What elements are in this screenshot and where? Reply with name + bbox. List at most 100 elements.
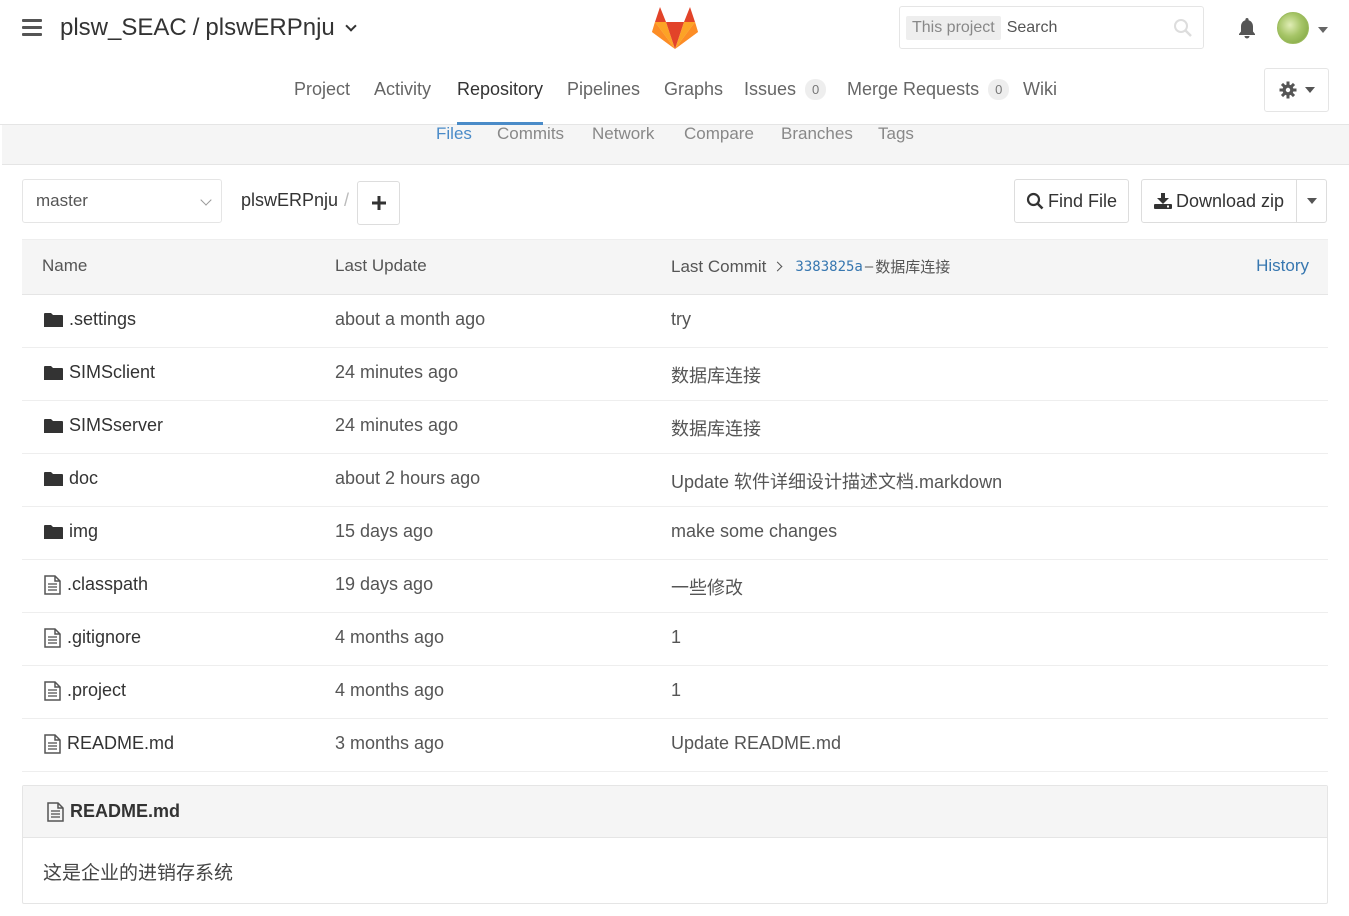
path-separator: / xyxy=(344,190,350,210)
menu-toggle-icon[interactable] xyxy=(22,19,42,37)
search-input[interactable]: Search xyxy=(1007,19,1173,37)
chevron-down-icon[interactable] xyxy=(345,20,357,32)
column-last-update: Last Update xyxy=(335,256,427,275)
issues-count-badge: 0 xyxy=(805,79,827,100)
user-avatar[interactable] xyxy=(1277,12,1309,44)
table-row[interactable]: SIMSserver 24 minutes ago 数据库连接 xyxy=(22,401,1328,454)
last-update-time: 3 months ago xyxy=(335,733,445,753)
commit-message-link[interactable]: 1 xyxy=(671,627,681,648)
commit-message-link[interactable]: 1 xyxy=(671,680,681,701)
file-name: SIMSclient xyxy=(69,362,156,382)
find-file-button[interactable]: Find File xyxy=(1014,179,1129,223)
search-scope-badge[interactable]: This project xyxy=(906,15,1001,40)
folder-icon xyxy=(44,524,63,539)
commit-message-link[interactable]: try xyxy=(671,309,691,330)
commit-sha-link[interactable]: 3383825a xyxy=(795,259,862,275)
last-update-time: 19 days ago xyxy=(335,574,434,594)
branch-name: master xyxy=(36,191,88,210)
column-last-commit: Last Commit 3383825a – 数据库连接 xyxy=(671,256,950,277)
table-row[interactable]: img 15 days ago make some changes xyxy=(22,507,1328,560)
file-name-link[interactable]: .classpath xyxy=(44,574,148,595)
chevron-down-icon xyxy=(200,194,212,206)
commit-message[interactable]: 数据库连接 xyxy=(875,256,950,277)
commit-message-link[interactable]: 数据库连接 xyxy=(671,362,761,388)
file-name: doc xyxy=(69,468,99,488)
tab-commits[interactable]: Commits xyxy=(497,124,564,164)
search-icon[interactable] xyxy=(1173,18,1193,38)
last-update-time: 4 months ago xyxy=(335,627,445,647)
file-name-link[interactable]: .settings xyxy=(44,309,136,330)
chevron-right-icon xyxy=(772,261,783,272)
table-row[interactable]: README.md 3 months ago Update README.md xyxy=(22,719,1328,772)
tab-wiki[interactable]: Wiki xyxy=(1023,79,1057,125)
tab-project[interactable]: Project xyxy=(294,79,350,125)
avatar-dropdown-icon[interactable] xyxy=(1318,27,1328,33)
merge-requests-count-badge: 0 xyxy=(988,79,1010,100)
table-row[interactable]: .classpath 19 days ago 一些修改 xyxy=(22,560,1328,613)
file-name: img xyxy=(69,521,99,541)
file-name-link[interactable]: img xyxy=(44,521,98,542)
tab-tags[interactable]: Tags xyxy=(878,124,914,164)
tab-issues[interactable]: Issues 0 xyxy=(744,79,827,125)
file-name-link[interactable]: doc xyxy=(44,468,98,489)
project-link[interactable]: plswERPnju xyxy=(205,14,334,42)
download-icon xyxy=(1153,193,1172,209)
tab-compare[interactable]: Compare xyxy=(684,124,754,164)
tab-merge-requests-label: Merge Requests xyxy=(847,79,980,99)
download-zip-button[interactable]: Download zip xyxy=(1142,180,1297,222)
table-row[interactable]: .project 4 months ago 1 xyxy=(22,666,1328,719)
branch-selector[interactable]: master xyxy=(22,179,222,223)
namespace-link[interactable]: plsw_SEAC xyxy=(60,14,187,42)
commit-dash: – xyxy=(864,258,874,275)
file-name: .settings xyxy=(69,309,137,329)
file-icon xyxy=(44,627,61,648)
file-name: .project xyxy=(67,680,127,700)
table-header: Name Last Update Last Commit 3383825a – … xyxy=(22,239,1328,295)
tab-branches[interactable]: Branches xyxy=(781,124,853,164)
repo-root-link[interactable]: plswERPnju xyxy=(241,190,338,210)
table-row[interactable]: SIMSclient 24 minutes ago 数据库连接 xyxy=(22,348,1328,401)
tab-pipelines[interactable]: Pipelines xyxy=(567,79,640,125)
file-icon xyxy=(47,801,64,822)
tab-merge-requests[interactable]: Merge Requests 0 xyxy=(847,79,1010,125)
table-row[interactable]: doc about 2 hours ago Update 软件详细设计描述文档.ma… xyxy=(22,454,1328,507)
history-link[interactable]: History xyxy=(1256,256,1309,276)
caret-down-icon xyxy=(1306,198,1317,204)
file-name-link[interactable]: SIMSserver xyxy=(44,415,163,436)
last-update-time: about a month ago xyxy=(335,309,486,329)
file-name-link[interactable]: SIMSclient xyxy=(44,362,155,383)
tab-repository[interactable]: Repository xyxy=(457,79,544,125)
file-name-link[interactable]: .project xyxy=(44,680,126,701)
tab-graphs[interactable]: Graphs xyxy=(664,79,723,125)
commit-message-link[interactable]: 数据库连接 xyxy=(671,415,761,441)
notification-bell-icon[interactable] xyxy=(1235,16,1259,40)
commit-message-link[interactable]: Update README.md xyxy=(671,733,841,754)
table-row[interactable]: .settings about a month ago try xyxy=(22,295,1328,348)
commit-message-link[interactable]: 一些修改 xyxy=(671,574,743,600)
gitlab-logo-icon[interactable] xyxy=(652,6,698,50)
tab-activity[interactable]: Activity xyxy=(374,79,431,125)
column-name: Name xyxy=(42,256,88,275)
tab-network[interactable]: Network xyxy=(592,124,654,164)
download-options-toggle[interactable] xyxy=(1297,180,1326,222)
file-name: README.md xyxy=(67,733,175,753)
repository-subnav: Files Commits Network Compare Branches T… xyxy=(2,124,1349,165)
find-file-label: Find File xyxy=(1047,190,1118,211)
table-row[interactable]: .gitignore 4 months ago 1 xyxy=(22,613,1328,666)
repo-path-breadcrumb: plswERPnju / xyxy=(241,190,349,211)
file-tree-table: Name Last Update Last Commit 3383825a – … xyxy=(22,239,1328,772)
search-field[interactable]: This project Search xyxy=(899,6,1204,49)
tab-files[interactable]: Files xyxy=(436,124,472,164)
folder-icon xyxy=(44,365,63,380)
last-update-time: 24 minutes ago xyxy=(335,362,459,382)
file-icon xyxy=(44,733,61,754)
commit-message-link[interactable]: Update 软件详细设计描述文档.markdown xyxy=(671,468,1002,494)
commit-message-link[interactable]: make some changes xyxy=(671,521,837,542)
readme-content: 这是企业的进销存系统 xyxy=(43,863,234,884)
file-name-link[interactable]: .gitignore xyxy=(44,627,141,648)
readme-title[interactable]: README.md xyxy=(70,801,180,822)
plus-icon xyxy=(371,196,386,210)
add-file-button[interactable] xyxy=(357,181,400,225)
settings-dropdown-button[interactable] xyxy=(1264,68,1329,112)
file-name-link[interactable]: README.md xyxy=(44,733,174,754)
